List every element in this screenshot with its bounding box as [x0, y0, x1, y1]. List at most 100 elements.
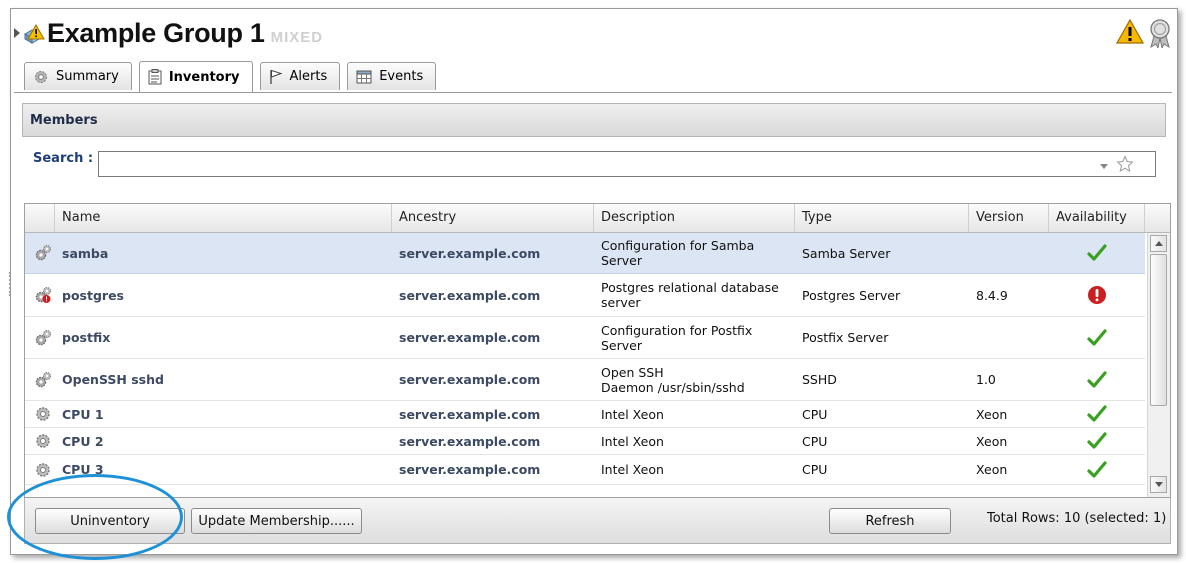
resource-description: Open SSH Daemon /usr/sbin/sshd: [594, 359, 795, 400]
resource-name[interactable]: samba: [55, 233, 392, 273]
table-row[interactable]: samba server.example.com Configuration for…: [25, 233, 1145, 274]
description-line: Daemon /usr/sbin/sshd: [601, 379, 745, 395]
tab-alerts[interactable]: Alerts: [259, 62, 341, 90]
description-line: Configuration for Samba: [601, 238, 755, 253]
resource-type: CPU: [802, 462, 828, 477]
column-header-spacer: [1145, 204, 1170, 232]
tab-summary[interactable]: Summary: [24, 62, 132, 90]
description-line: Server: [601, 253, 642, 268]
column-header-icon[interactable]: [25, 204, 55, 232]
tab-events[interactable]: Events: [347, 62, 437, 90]
members-section-header: Members: [22, 103, 1166, 137]
tab-inventory[interactable]: Inventory: [138, 61, 253, 92]
cpu-gear-icon: [36, 462, 50, 477]
resource-name[interactable]: OpenSSH sshd: [55, 359, 392, 400]
resource-version: Xeon: [976, 406, 1008, 422]
description-line: Intel Xeon: [601, 433, 664, 449]
column-header-ancestry[interactable]: Ancestry: [392, 204, 594, 232]
table-row[interactable]: postgres server.example.com Postgres relat…: [25, 274, 1145, 317]
refresh-button[interactable]: Refresh: [829, 508, 951, 534]
tab-bar: Summary Inventory Alerts Events: [24, 61, 437, 92]
vertical-scrollbar[interactable]: [1147, 233, 1170, 497]
gear-icon: [35, 70, 47, 83]
column-header-version[interactable]: Version: [969, 204, 1049, 232]
service-gear-icon: [35, 245, 51, 261]
resource-ancestry-link[interactable]: server.example.com: [392, 274, 594, 316]
resource-ancestry-link[interactable]: server.example.com: [392, 401, 594, 427]
tab-label: Events: [379, 69, 424, 84]
arrow-up-icon: [1154, 241, 1163, 246]
resource-version: [969, 233, 1049, 273]
table-row[interactable]: CPU 1 server.example.com Intel Xeon CPU Xeon: [25, 401, 1145, 428]
resource-type: SSHD: [802, 372, 837, 387]
resource-version: Xeon: [976, 433, 1008, 449]
resource-ancestry-link[interactable]: server.example.com: [392, 317, 594, 358]
description-line: Configuration for Postfix: [601, 322, 753, 338]
availability-cell: [1049, 359, 1145, 400]
availability-cell: [1049, 428, 1145, 454]
search-input[interactable]: [98, 151, 1156, 177]
star-icon[interactable]: [1116, 155, 1134, 173]
row-icon-cell: [25, 274, 55, 316]
table-row[interactable]: CPU 2 server.example.com Intel Xeon CPU Xeon: [25, 428, 1145, 455]
column-header-availability[interactable]: Availability: [1049, 204, 1145, 232]
search-dropdown-icon[interactable]: [1100, 164, 1108, 169]
check-icon: [1087, 370, 1107, 388]
service-gear-error-icon: [35, 287, 51, 303]
award-badge-icon[interactable]: [1148, 18, 1172, 48]
expand-arrow-icon[interactable]: [14, 28, 20, 38]
resource-version: [969, 317, 1049, 358]
service-gear-icon: [35, 329, 51, 345]
table-row[interactable]: postfix server.example.com Configuration f…: [25, 317, 1145, 359]
group-warning-icon: [23, 23, 45, 44]
uninventory-button[interactable]: Uninventory: [35, 508, 185, 534]
resize-grip[interactable]: [9, 272, 13, 296]
availability-cell: [1049, 317, 1145, 358]
resource-version: Xeon: [976, 462, 1008, 477]
resource-ancestry-link[interactable]: server.example.com: [392, 455, 594, 484]
flag-icon: [269, 69, 283, 84]
resource-name[interactable]: CPU 1: [55, 401, 392, 427]
column-header-description[interactable]: Description: [594, 204, 795, 232]
scroll-thumb[interactable]: [1150, 254, 1167, 406]
description-text: Configuration for Samba Server: [601, 238, 754, 268]
resource-name[interactable]: postfix: [55, 317, 392, 358]
header-status-icons: [1116, 18, 1172, 48]
tab-label: Summary: [56, 69, 119, 84]
update-membership-button[interactable]: Update Membership......: [191, 508, 362, 534]
resource-ancestry-link[interactable]: server.example.com: [392, 359, 594, 400]
column-header-name[interactable]: Name: [55, 204, 392, 232]
resource-ancestry-link[interactable]: server.example.com: [392, 428, 594, 454]
table-row[interactable]: OpenSSH sshd server.example.com Open SSH Da…: [25, 359, 1145, 401]
resource-description: Intel Xeon: [594, 401, 795, 427]
resource-name[interactable]: CPU 3: [55, 455, 392, 484]
resource-type: Samba Server: [802, 245, 891, 261]
description-text: Configuration for Postfix Server: [601, 323, 752, 353]
resource-ancestry-link[interactable]: server.example.com: [392, 233, 594, 273]
check-icon: [1087, 460, 1107, 478]
description-line: Intel Xeon: [601, 406, 664, 422]
column-header-type[interactable]: Type: [795, 204, 969, 232]
description-line: Open SSH: [601, 364, 664, 380]
inventory-panel: Members Search : Name Ancestry Descripti…: [14, 92, 1172, 548]
scroll-down-button[interactable]: [1150, 476, 1167, 493]
resource-name[interactable]: CPU 2: [55, 428, 392, 454]
check-icon: [1087, 405, 1107, 422]
availability-cell: [1049, 401, 1145, 427]
row-icon-cell: [25, 233, 55, 273]
scroll-up-button[interactable]: [1150, 235, 1167, 252]
tab-label: Inventory: [168, 69, 240, 85]
resource-type: CPU: [802, 433, 828, 449]
row-icon-cell: [25, 428, 55, 454]
resource-name[interactable]: postgres: [55, 274, 392, 316]
check-icon: [1087, 244, 1107, 261]
arrow-down-icon: [1154, 482, 1163, 487]
table-row[interactable]: CPU 3 server.example.com Intel Xeon CPU Xeon: [25, 455, 1145, 485]
description-text: Intel Xeon: [601, 462, 664, 477]
resource-version: 1.0: [976, 372, 996, 387]
check-icon: [1087, 432, 1107, 449]
calendar-grid-icon: [356, 70, 372, 83]
warning-icon[interactable]: [1116, 18, 1144, 46]
members-table: Name Ancestry Description Type Version A…: [24, 203, 1171, 498]
check-icon: [1087, 328, 1107, 346]
